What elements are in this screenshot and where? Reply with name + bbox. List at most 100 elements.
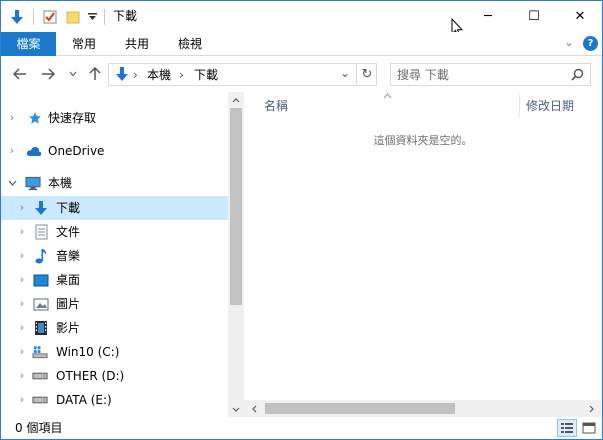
quick-access-separator (33, 9, 34, 25)
chevron-right-icon[interactable]: › (17, 370, 27, 382)
tree-item-documents[interactable]: › 文件 (1, 220, 228, 244)
tree-item-onedrive[interactable]: › OneDrive (1, 139, 228, 163)
tree-item-videos[interactable]: › 影片 (1, 316, 228, 340)
tree-label: 本機 (48, 176, 73, 190)
breadcrumb-downloads[interactable]: 下載 (194, 67, 218, 83)
tab-share[interactable]: 共用 (112, 32, 162, 56)
chevron-right-icon[interactable]: › (17, 322, 27, 334)
breadcrumb-separator[interactable]: › (179, 67, 184, 83)
expand-ribbon-icon[interactable]: ⌄ (561, 35, 577, 51)
maximize-button[interactable]: ☐ (511, 1, 557, 32)
tree-item-pictures[interactable]: › 圖片 (1, 292, 228, 316)
tree-label: 圖片 (56, 297, 81, 311)
ribbon-tabs: 檔案 常用 共用 檢視 ⌄ ? (1, 32, 602, 56)
chevron-down-icon[interactable] (7, 177, 17, 189)
tree-label: OneDrive (48, 144, 105, 158)
tree-item-this-pc[interactable]: 本機 (1, 171, 228, 195)
download-icon (33, 200, 49, 216)
close-button[interactable]: ✕ (557, 1, 603, 32)
chevron-right-icon[interactable]: › (17, 250, 27, 262)
tab-file[interactable]: 檔案 (1, 32, 56, 56)
tree-label: 下載 (56, 201, 81, 215)
empty-folder-message: 這個資料夾是空的。 (373, 134, 473, 147)
window-title: 下載 (113, 9, 138, 23)
scroll-down-icon[interactable] (228, 401, 244, 417)
scroll-right-icon[interactable] (583, 400, 600, 417)
address-bar[interactable]: › 本機 › 下載 ⌄ ↻ (108, 63, 377, 86)
breadcrumb-separator[interactable]: › (133, 67, 138, 83)
tree-label: 文件 (56, 225, 81, 239)
status-bar: 0 個項目 (1, 417, 602, 439)
search-input[interactable] (397, 66, 567, 84)
title-separator (104, 9, 105, 25)
tree-label: Win10 (C:) (56, 345, 120, 359)
address-divider (356, 63, 357, 86)
location-download-icon (114, 66, 130, 86)
chevron-right-icon[interactable]: › (17, 226, 27, 238)
tree-label: 快速存取 (48, 111, 97, 125)
system-drive-icon (32, 344, 48, 360)
customize-dropdown-icon[interactable] (86, 8, 98, 26)
chevron-right-icon[interactable]: › (17, 274, 27, 286)
tree-item-drive-e[interactable]: › DATA (E:) (1, 388, 228, 412)
scroll-up-icon[interactable] (228, 92, 244, 108)
navigation-pane: › 快速存取 › OneDrive 本機 › 下載 › 文件 › 音樂 › 桌面… (1, 92, 244, 417)
folder-icon[interactable] (65, 8, 81, 26)
address-dropdown-icon[interactable]: ⌄ (336, 66, 354, 83)
chevron-right-icon[interactable]: › (17, 346, 27, 358)
pictures-icon (33, 296, 49, 312)
content-horizontal-scrollbar[interactable] (244, 400, 602, 417)
search-box[interactable] (390, 63, 591, 86)
help-icon[interactable]: ? (583, 36, 598, 51)
forward-arrow-icon[interactable] (38, 65, 58, 83)
column-header-modified[interactable]: 修改日期 (526, 98, 574, 114)
tree-item-drive-c[interactable]: › Win10 (C:) (1, 340, 228, 364)
explorer-window: 下載 ─ ☐ ✕ 檔案 常用 共用 檢視 ⌄ ? › 本機 › 下載 ⌄ ↻ 搜… (0, 0, 603, 440)
title-bar: 下載 ─ ☐ ✕ (1, 1, 603, 38)
tree-item-desktop[interactable]: › 桌面 (1, 268, 228, 292)
tree-item-downloads[interactable]: › 下載 (1, 196, 228, 220)
tree-item-drive-d[interactable]: › OTHER (D:) (1, 364, 228, 388)
chevron-right-icon[interactable]: › (7, 112, 17, 124)
tree-label: 音樂 (56, 249, 81, 263)
tree-item-music[interactable]: › 音樂 (1, 244, 228, 268)
chevron-right-icon[interactable]: › (17, 298, 27, 310)
tree-label: 桌面 (56, 273, 81, 287)
refresh-icon[interactable]: ↻ (358, 66, 376, 83)
column-divider[interactable] (519, 95, 520, 117)
tree-label: 影片 (56, 321, 81, 335)
back-arrow-icon[interactable] (10, 65, 30, 83)
cloud-icon (26, 143, 42, 159)
search-icon[interactable] (571, 68, 584, 84)
scroll-left-icon[interactable] (246, 400, 263, 417)
drive-icon (32, 392, 48, 408)
sort-caret-icon (383, 91, 392, 102)
properties-checkbox-icon[interactable] (42, 8, 58, 26)
minimize-button[interactable]: ─ (465, 1, 511, 32)
computer-icon (25, 175, 41, 191)
chevron-right-icon[interactable]: › (17, 394, 27, 406)
item-count: 0 個項目 (15, 421, 63, 435)
tree-item-quick-access[interactable]: › 快速存取 (1, 106, 228, 130)
tab-home[interactable]: 常用 (59, 32, 109, 56)
desktop-icon (33, 272, 49, 288)
tab-view[interactable]: 檢視 (165, 32, 215, 56)
column-header-name[interactable]: 名稱 (264, 98, 288, 114)
chevron-right-icon[interactable]: › (7, 145, 17, 157)
drive-icon (32, 368, 48, 384)
recent-locations-icon[interactable] (66, 65, 80, 83)
large-icons-view-icon[interactable] (579, 419, 599, 437)
tree-label: DATA (E:) (56, 393, 112, 407)
star-icon (27, 110, 43, 126)
scrollbar-thumb[interactable] (230, 108, 242, 305)
breadcrumb-this-pc[interactable]: 本機 (147, 67, 171, 83)
download-arrow-icon[interactable] (8, 8, 26, 26)
scrollbar-thumb[interactable] (265, 403, 455, 414)
nav-pane-scrollbar[interactable] (228, 92, 244, 417)
music-icon (33, 248, 49, 264)
up-arrow-icon[interactable] (86, 65, 104, 83)
file-list-pane[interactable]: 名稱 修改日期 這個資料夾是空的。 (244, 92, 602, 417)
chevron-right-icon[interactable]: › (17, 202, 27, 214)
details-view-icon[interactable] (557, 419, 577, 437)
document-icon (33, 224, 49, 240)
